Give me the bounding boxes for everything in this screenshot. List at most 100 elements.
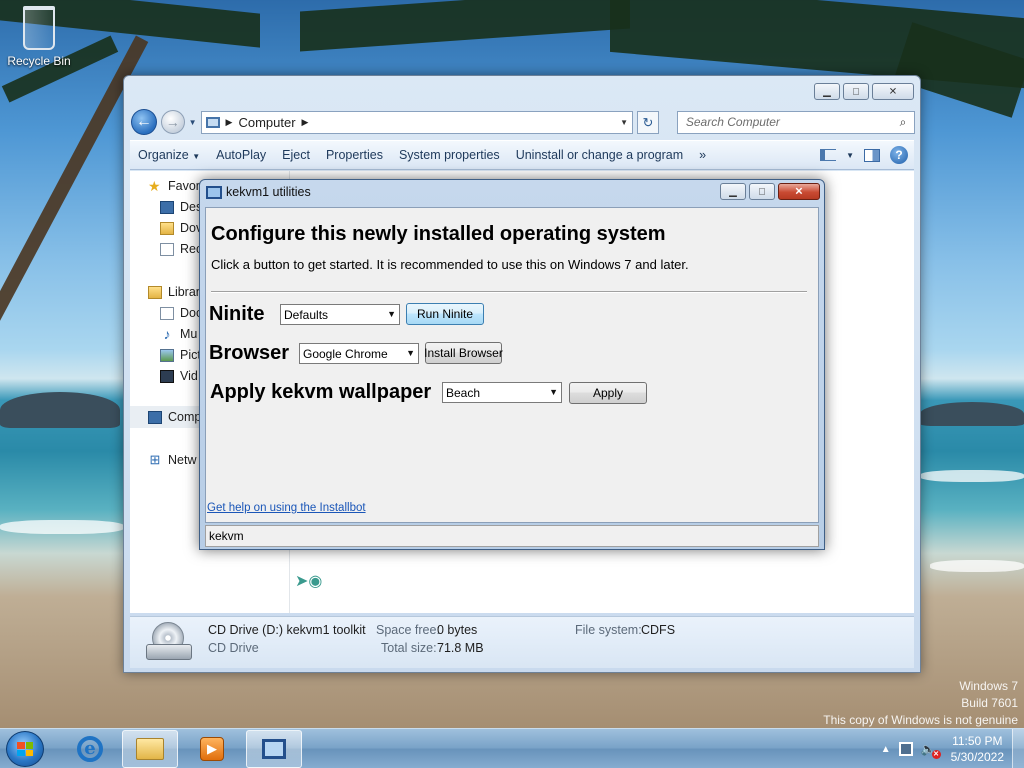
minimize-icon: ▁: [729, 186, 737, 197]
wave-foam: [920, 470, 1024, 482]
watermark-os: Windows 7: [959, 679, 1018, 693]
more-commands-button[interactable]: »: [691, 148, 714, 162]
wave-foam: [930, 560, 1024, 572]
file-system-label: File system:: [575, 623, 642, 637]
clock[interactable]: 11:50 PM 5/30/2022: [945, 733, 1010, 765]
computer-icon: [148, 410, 162, 424]
muted-x-icon: ✕: [931, 750, 941, 759]
back-button[interactable]: ←: [131, 109, 157, 135]
taskbar-internet-explorer[interactable]: e: [62, 730, 118, 768]
chevron-down-icon: ▼: [192, 152, 201, 161]
dialog-minimize-button[interactable]: ▁: [720, 183, 746, 200]
command-bar: Organize ▼ AutoPlay Eject Properties Sys…: [130, 140, 914, 170]
views-dropdown-icon[interactable]: ▼: [846, 151, 854, 160]
address-bar[interactable]: ▶ Computer ▶ ▼: [200, 110, 634, 134]
rock: [0, 392, 120, 428]
dialog-description: Click a button to get started. It is rec…: [211, 257, 689, 272]
pictures-icon: [160, 348, 174, 362]
details-pane: CD Drive (D:) kekvm1 toolkit CD Drive Sp…: [130, 616, 914, 668]
dialog-close-button[interactable]: ✕: [778, 183, 820, 200]
taskbar-windows-explorer[interactable]: [122, 730, 178, 768]
views-icon[interactable]: [820, 149, 837, 161]
nav-libraries[interactable]: Librar: [148, 282, 200, 302]
back-arrow-icon: ←: [135, 113, 152, 130]
minimize-button[interactable]: ▁: [814, 83, 840, 100]
window-controls: ▁ □ ✕: [814, 83, 914, 100]
breadcrumb-separator-icon[interactable]: ▶: [302, 117, 309, 128]
nav-documents[interactable]: Doc: [160, 303, 202, 323]
nav-desktop[interactable]: Des: [160, 197, 202, 217]
dialog-maximize-button[interactable]: □: [749, 183, 775, 200]
watermark-genuine: This copy of Windows is not genuine: [823, 713, 1018, 727]
nav-recent-places[interactable]: Rec: [160, 239, 202, 259]
ninite-label: Ninite: [209, 303, 265, 325]
documents-icon: [160, 306, 174, 320]
nav-network[interactable]: ⊞ Netw: [148, 450, 197, 470]
minimize-icon: ▁: [823, 86, 831, 97]
breadcrumb-separator-icon[interactable]: ▶: [226, 117, 233, 128]
nav-music[interactable]: ♪ Mu: [160, 324, 198, 344]
command-bar-right: ▼ ?: [820, 146, 914, 164]
windows-logo-icon: [17, 742, 33, 756]
file-system-value: CDFS: [641, 623, 676, 637]
ninite-selected-value: Defaults: [284, 307, 329, 322]
show-hidden-icons-button[interactable]: ▲: [881, 744, 891, 755]
total-size-value: 71.8 MB: [437, 641, 484, 655]
organize-menu[interactable]: Organize ▼: [130, 148, 208, 162]
search-icon[interactable]: ⌕: [892, 115, 914, 130]
refresh-button[interactable]: ↻: [637, 110, 659, 134]
help-icon[interactable]: ?: [890, 146, 908, 164]
uninstall-program-button[interactable]: Uninstall or change a program: [508, 148, 691, 162]
close-button[interactable]: ✕: [872, 83, 914, 100]
start-button[interactable]: [6, 731, 44, 767]
help-link[interactable]: Get help on using the Installbot: [207, 502, 366, 514]
maximize-icon: □: [758, 186, 766, 197]
nav-downloads[interactable]: Dov: [160, 218, 202, 238]
breadcrumb-computer[interactable]: Computer: [238, 115, 295, 130]
search-input[interactable]: Search Computer ⌕: [676, 110, 915, 134]
nav-computer[interactable]: Comp: [148, 407, 201, 427]
desktop-icon: [160, 200, 174, 214]
ninite-select[interactable]: Defaults ▼: [280, 304, 400, 325]
dialog-window-controls: ▁ □ ✕: [720, 183, 820, 200]
preview-pane-icon[interactable]: [864, 148, 880, 162]
autoplay-button[interactable]: AutoPlay: [208, 148, 274, 162]
taskbar-media-player[interactable]: ▶: [184, 730, 240, 768]
system-properties-button[interactable]: System properties: [391, 148, 508, 162]
videos-icon: [160, 369, 174, 383]
app-icon: [206, 186, 222, 199]
eject-button[interactable]: Eject: [274, 148, 318, 162]
show-desktop-button[interactable]: [1012, 729, 1024, 768]
nav-videos[interactable]: Vid: [160, 366, 198, 386]
run-ninite-button[interactable]: Run Ninite: [406, 303, 484, 325]
recent-places-icon: [160, 242, 174, 256]
nav-favorites[interactable]: ★ Favor: [148, 176, 200, 196]
network-status-icon[interactable]: [898, 742, 913, 756]
app-icon: [262, 739, 286, 759]
properties-button[interactable]: Properties: [318, 148, 391, 162]
recent-pages-dropdown[interactable]: ▼: [189, 118, 197, 127]
nav-pictures-label: Pict: [180, 348, 201, 362]
space-free-value: 0 bytes: [437, 623, 478, 637]
volume-icon[interactable]: 🔈 ✕: [921, 742, 941, 759]
recycle-bin-icon[interactable]: Recycle Bin: [6, 6, 72, 68]
install-browser-button[interactable]: Install Browser: [424, 342, 503, 364]
nav-pictures[interactable]: Pict: [160, 345, 201, 365]
trash-icon: [23, 6, 55, 50]
wallpaper-select[interactable]: Beach ▼: [442, 382, 562, 403]
dialog-title: kekvm1 utilities: [226, 185, 311, 199]
taskbar-kekvm-utilities[interactable]: [246, 730, 302, 768]
recycle-bin-label: Recycle Bin: [7, 54, 71, 68]
chevron-down-icon: ▼: [406, 348, 415, 358]
address-dropdown-icon[interactable]: ▼: [616, 118, 632, 127]
forward-button[interactable]: →: [160, 110, 185, 134]
forward-arrow-icon: →: [165, 114, 180, 130]
organize-label: Organize: [138, 148, 189, 162]
browser-select[interactable]: Google Chrome ▼: [299, 343, 419, 364]
maximize-icon: □: [852, 86, 860, 97]
maximize-button[interactable]: □: [843, 83, 869, 100]
apply-wallpaper-button[interactable]: Apply: [569, 382, 647, 404]
nav-music-label: Mu: [180, 327, 198, 341]
nav-network-label: Netw: [168, 453, 197, 467]
wallpaper-label: Apply kekvm wallpaper: [210, 381, 432, 403]
